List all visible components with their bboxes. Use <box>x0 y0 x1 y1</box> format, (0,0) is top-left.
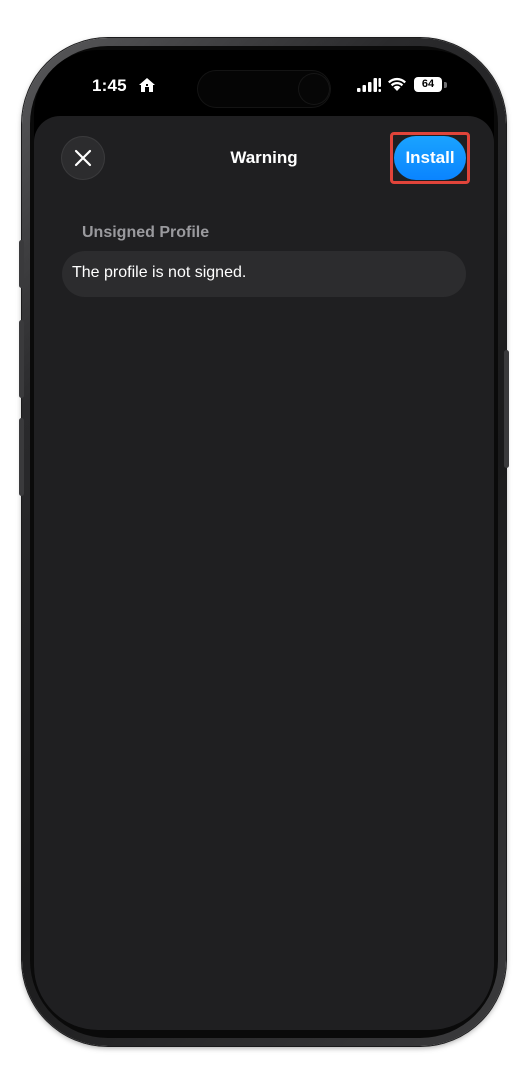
install-button[interactable]: Install <box>394 136 466 180</box>
wifi-icon <box>388 77 406 91</box>
close-button[interactable] <box>61 136 105 180</box>
home-icon <box>139 78 155 92</box>
front-camera <box>298 73 330 105</box>
volume-up-button <box>19 320 24 398</box>
section-header: Unsigned Profile <box>82 224 210 241</box>
list-item: The profile is not signed. <box>62 251 466 297</box>
volume-down-button <box>19 418 24 496</box>
power-button <box>504 350 509 468</box>
battery-icon: 64 <box>414 77 442 92</box>
close-icon <box>74 149 92 167</box>
action-button <box>19 240 24 288</box>
warning-sheet: Warning Install Unsigned Profile The pro… <box>34 116 494 1030</box>
status-time: 1:45 <box>92 76 127 95</box>
screen: 1:45 64 Warning Install Unsigned Profile… <box>34 50 494 1030</box>
list-item-text: The profile is not signed. <box>72 264 247 281</box>
status-bar: 1:45 64 <box>34 50 494 116</box>
battery-tip <box>444 82 447 88</box>
signal-icon <box>357 78 381 92</box>
